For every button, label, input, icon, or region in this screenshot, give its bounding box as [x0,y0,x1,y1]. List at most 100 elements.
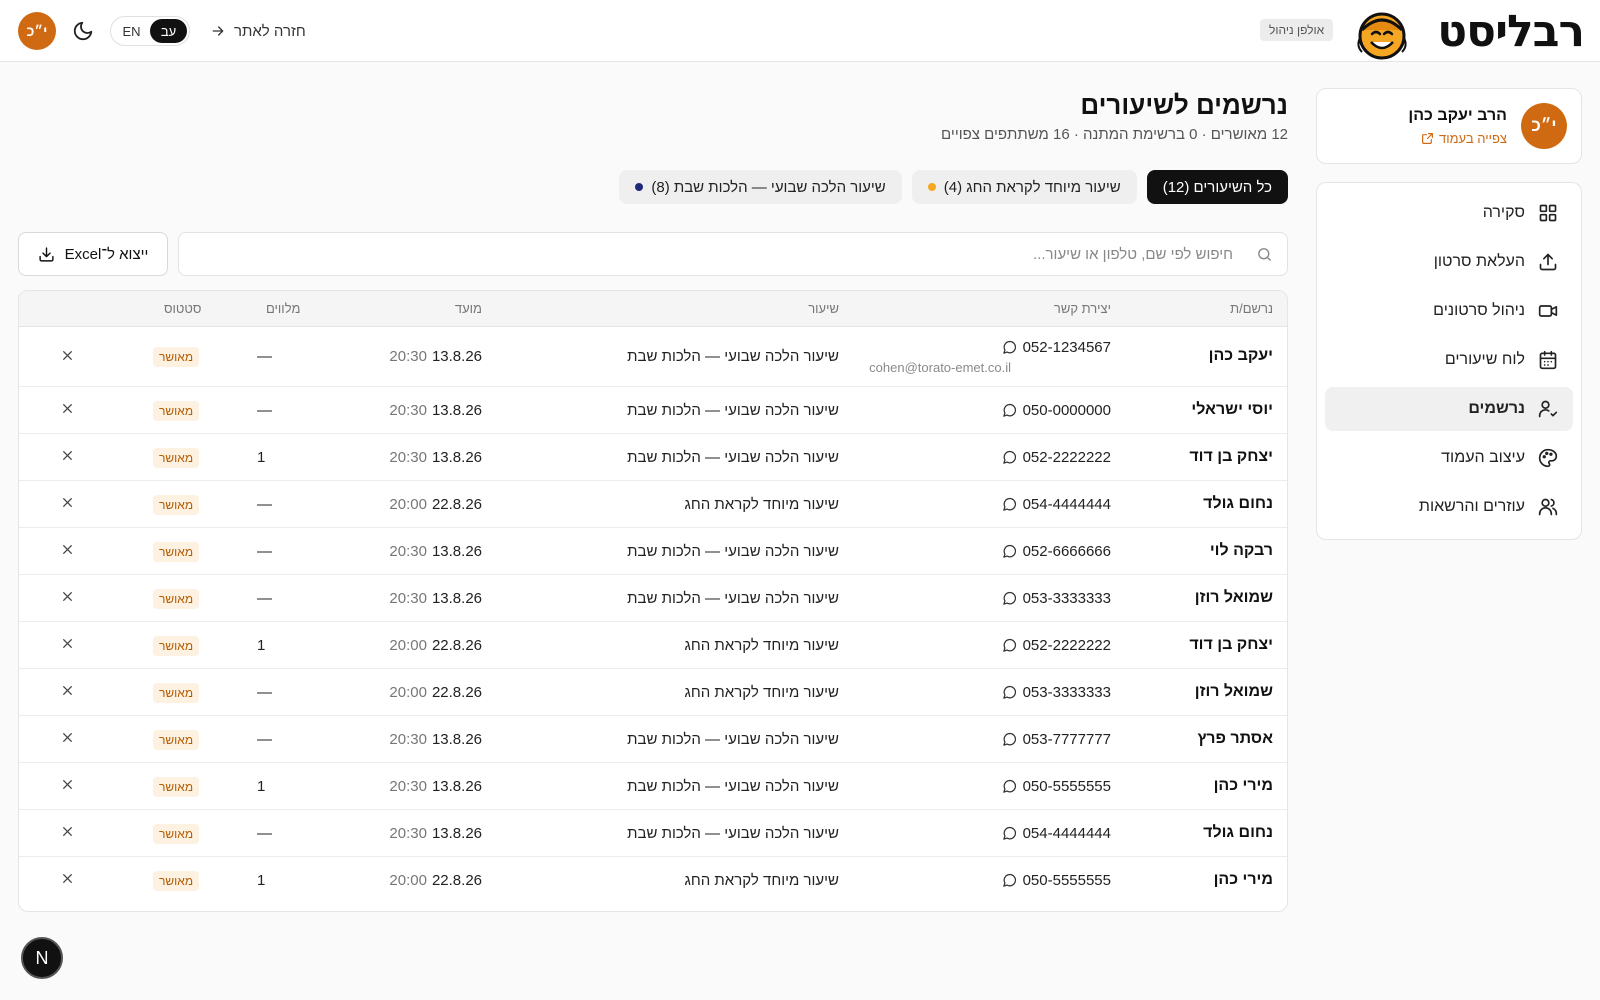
date-value: 13.8.26 [431,777,482,795]
dark-mode-toggle[interactable] [70,18,96,44]
dashboard-icon [1537,202,1559,224]
remove-registrant-button[interactable] [57,728,77,748]
whatsapp-icon[interactable] [1002,340,1017,355]
phone-number: 054-4444444 [1022,824,1111,842]
sidebar-item-upload[interactable]: העלאת סרטון [1325,240,1573,284]
calendar-icon [1537,349,1559,371]
status-badge: מאושר [153,682,200,703]
registrant-name: אסתר פרץ [1197,729,1273,747]
remove-registrant-button[interactable] [57,446,77,466]
view-page-label: צפייה בעמוד [1439,131,1507,146]
whatsapp-icon[interactable] [1002,544,1017,559]
sidebar-item-label: עוזרים והרשאות [1418,498,1525,515]
sidebar-item-registrants[interactable]: נרשמים [1325,387,1573,431]
remove-registrant-button[interactable] [57,822,77,842]
upload-icon [1537,251,1559,273]
lang-en-option[interactable]: EN [113,19,150,43]
email-address[interactable]: cohen@torato-emet.co.il [869,360,1011,375]
filter-chip-weekly[interactable]: שיעור הלכה שבועי — הלכות שבת (8) [619,170,902,204]
phone-number: 053-3333333 [1022,683,1111,701]
registrant-name: יוסי ישראלי [1191,400,1273,418]
table-row: שמואל רוזן 053-3333333 שיעור הלכה שבועי — … [19,575,1287,622]
user-avatar[interactable]: י״כ [18,12,56,50]
remove-registrant-button[interactable] [57,587,77,607]
remove-registrant-button[interactable] [57,775,77,795]
column-header-contact: יצירת קשר [1053,301,1111,316]
lesson-name: שיעור הלכה שבועי — הלכות שבת [627,542,839,560]
sidebar-item-helpers[interactable]: עוזרים והרשאות [1325,485,1573,529]
filter-chip-label: שיעור הלכה שבועי — הלכות שבת (8) [651,178,886,196]
phone-cell: 054-4444444 [1002,496,1111,513]
registrant-name: שמואל רוזן [1194,682,1273,700]
remove-registrant-button[interactable] [57,634,77,654]
registrants-table: נרשם/ת יצירת קשר שיעור מועד מלווים סטטוס… [18,290,1288,912]
next-dev-badge[interactable]: N [21,937,63,979]
status-badge: מאושר [153,400,200,421]
remove-registrant-button[interactable] [57,681,77,701]
status-badge: מאושר [153,776,200,797]
lesson-name: שיעור הלכה שבועי — הלכות שבת [627,730,839,748]
remove-registrant-button[interactable] [57,399,77,419]
top-bar: י״כ EN עב חזרה לאתר אולפן ניהול רבליסט [0,0,1600,62]
phone-number: 050-5555555 [1022,871,1111,889]
whatsapp-icon[interactable] [1002,685,1017,700]
time-value: 20:00 [389,871,427,889]
date-value: 13.8.26 [431,542,482,560]
back-to-site-label: חזרה לאתר [234,22,306,40]
back-to-site-link[interactable]: חזרה לאתר [210,19,306,43]
phone-number: 052-6666666 [1022,542,1111,560]
view-page-link[interactable]: צפייה בעמוד [1421,131,1507,146]
table-row: מירי כהן 050-5555555 שיעור הלכה שבועי — הל… [19,763,1287,810]
registrant-name: רבקה לוי [1209,541,1273,559]
search-input[interactable] [193,233,1233,275]
whatsapp-icon[interactable] [1002,403,1017,418]
column-header-lesson: שיעור [808,301,839,316]
status-badge: מאושר [153,635,200,656]
filter-chip-all[interactable]: כל השיעורים (12) [1146,170,1288,204]
date-value: 22.8.26 [431,636,482,654]
filter-chip-holiday[interactable]: שיעור מיוחד לקראת החג (4) [911,170,1137,204]
whatsapp-icon[interactable] [1002,873,1017,888]
time-value: 20:30 [389,401,427,419]
time-value: 20:30 [389,348,427,365]
companions-count: — [257,401,272,419]
registrant-name: מירי כהן [1213,776,1273,794]
sidebar-item-design[interactable]: עיצוב העמוד [1325,436,1573,480]
time-value: 20:30 [389,730,427,748]
whatsapp-icon[interactable] [1002,591,1017,606]
lesson-time: 20:00 22.8.26 [389,496,482,513]
lang-he-option[interactable]: עב [150,19,187,43]
export-excel-button[interactable]: ייצוא ל־Excel [18,232,168,276]
whatsapp-icon[interactable] [1002,638,1017,653]
remove-registrant-button[interactable] [57,493,77,513]
registrant-name: שמואל רוזן [1194,588,1273,606]
sidebar-item-overview[interactable]: סקירה [1325,191,1573,235]
sidebar-item-manage-videos[interactable]: ניהול סרטונים [1325,289,1573,333]
phone-number: 053-3333333 [1022,589,1111,607]
whatsapp-icon[interactable] [1002,450,1017,465]
lesson-time: 20:30 13.8.26 [389,402,482,419]
table-header: נרשם/ת יצירת קשר שיעור מועד מלווים סטטוס [19,291,1287,327]
site-logo[interactable]: רבליסט [1352,6,1585,60]
remove-registrant-button[interactable] [57,540,77,560]
download-icon [39,246,54,262]
whatsapp-icon[interactable] [1002,732,1017,747]
remove-registrant-button[interactable] [57,345,77,365]
phone-number: 050-5555555 [1022,777,1111,795]
user-check-icon [1537,398,1559,420]
remove-registrant-button[interactable] [57,869,77,889]
studio-badge: אולפן ניהול [1260,19,1334,41]
status-badge: מאושר [153,870,200,891]
phone-cell: 052-1234567 [1002,339,1111,356]
whatsapp-icon[interactable] [1002,826,1017,841]
phone-cell: 052-6666666 [1002,543,1111,560]
close-icon [62,404,72,413]
whatsapp-icon[interactable] [1002,497,1017,512]
close-icon [62,733,72,742]
sidebar-item-label: סקירה [1482,204,1525,221]
phone-cell: 050-0000000 [1002,402,1111,419]
lesson-time: 20:00 22.8.26 [389,637,482,654]
sidebar-item-schedule[interactable]: לוח שיעורים [1325,338,1573,382]
whatsapp-icon[interactable] [1002,779,1017,794]
status-badge: מאושר [153,588,200,609]
